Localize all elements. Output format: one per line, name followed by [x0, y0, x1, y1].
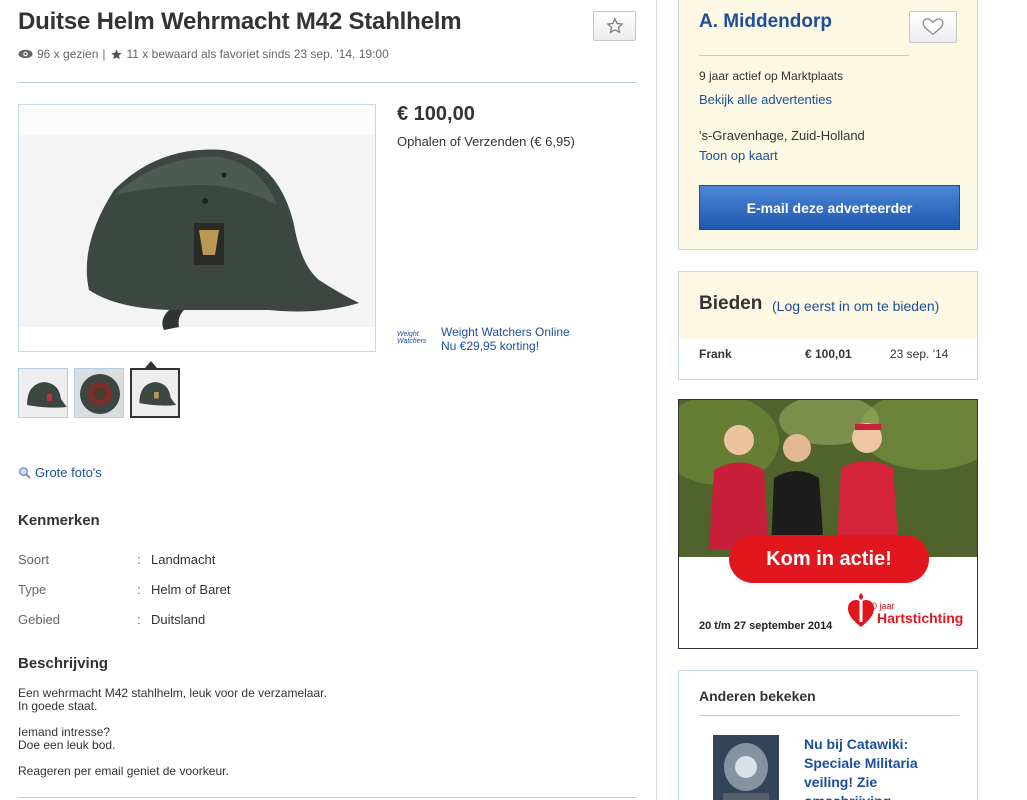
email-seller-button[interactable]: E-mail deze adverteerder [699, 185, 960, 230]
listing-title: Duitse Helm Wehrmacht M42 Stahlhelm [18, 8, 462, 35]
hartstichting-logo: 50 jaar Hartstichting [847, 593, 963, 629]
weight-watchers-ad[interactable]: Weight Watchers Weight Watchers Online N… [397, 325, 570, 353]
bid-date: 23 sep. '14 [890, 347, 949, 361]
banner-photo [679, 400, 977, 557]
divider [699, 55, 909, 56]
divider [699, 715, 959, 716]
seller-active-years: 9 jaar actief op Marktplaats [699, 69, 844, 83]
star-filled-icon [110, 48, 122, 59]
large-photos-link[interactable]: Grote foto's [18, 465, 102, 480]
ad-line-1[interactable]: Weight Watchers Online [441, 325, 570, 339]
bid-amount: € 100,01 [805, 347, 852, 361]
description-line: Doe een leuk bod. [18, 738, 116, 752]
hartstichting-banner[interactable]: Kom in actie! 20 t/m 27 september 2014 5… [678, 399, 978, 649]
magnifier-icon [19, 467, 31, 479]
seller-name[interactable]: A. Middendorp [699, 11, 832, 33]
seller-location: 's-Gravenhage, Zuid-Holland [699, 128, 865, 143]
seller-box: A. Middendorp 9 jaar actief op Marktplaa… [678, 0, 978, 250]
banner-years: 50 jaar [867, 601, 895, 611]
bidding-box: Bieden (Log eerst in om te bieden) Frank… [678, 271, 978, 380]
main-photo[interactable] [18, 104, 376, 352]
others-item-link[interactable]: Nu bij Catawiki: Speciale Militaria veil… [804, 735, 964, 800]
show-map-link[interactable]: Toon op kaart [699, 148, 778, 163]
star-icon [605, 17, 624, 34]
attr-value: Landmacht [151, 552, 216, 567]
others-viewed-title: Anderen bekeken [699, 688, 816, 704]
heart-torch-icon [848, 593, 874, 627]
attr-key: Type [18, 582, 47, 597]
banner-brand: Hartstichting [877, 610, 964, 626]
view-count: 96 x gezien [37, 47, 99, 61]
favorite-button[interactable] [593, 11, 636, 41]
attr-separator: : [137, 612, 141, 627]
large-photos-label[interactable]: Grote foto's [35, 465, 102, 480]
price: € 100,00 [397, 103, 475, 125]
attr-value: Duitsland [151, 612, 206, 627]
others-viewed-box: Anderen bekeken Nu bij Catawiki: Special… [678, 670, 978, 800]
thumbnail-3[interactable] [130, 368, 180, 418]
attr-separator: : [137, 582, 141, 597]
attr-value: Helm of Baret [151, 582, 231, 597]
heart-icon [922, 18, 944, 35]
attr-key: Gebied [18, 612, 60, 627]
shipping-info: Ophalen of Verzenden (€ 6,95) [397, 134, 575, 149]
thumbnail-1[interactable] [18, 368, 68, 418]
ad-line-2[interactable]: Nu €29,95 korting! [441, 339, 570, 353]
bidding-title: Bieden [699, 293, 763, 314]
description-heading: Beschrijving [18, 655, 109, 672]
others-item-image[interactable] [713, 735, 779, 800]
login-to-bid-link[interactable]: (Log eerst in om te bieden) [772, 298, 939, 314]
all-ads-link[interactable]: Bekijk alle advertenties [699, 92, 832, 107]
thumbnail-2[interactable] [74, 368, 124, 418]
eye-icon [18, 49, 33, 59]
banner-date: 20 t/m 27 september 2014 [699, 620, 833, 632]
favorite-count: 11 x bewaard als favoriet sinds 23 sep. … [126, 47, 389, 61]
characteristics-heading: Kenmerken [18, 512, 100, 529]
banner-cta[interactable]: Kom in actie! [729, 535, 929, 583]
listing-main: Duitse Helm Wehrmacht M42 Stahlhelm 96 x… [18, 0, 638, 800]
weight-watchers-logo: Weight Watchers [397, 331, 427, 345]
active-thumb-marker [145, 361, 157, 368]
attr-separator: : [137, 552, 141, 567]
thumbnail-strip [18, 368, 180, 418]
description-line: Reageren per email geniet de voorkeur. [18, 764, 229, 778]
divider [18, 82, 636, 83]
attr-key: Soort [18, 552, 50, 567]
bidder-name: Frank [699, 347, 732, 361]
follow-seller-button[interactable] [909, 11, 957, 43]
meta-separator: | [102, 47, 106, 61]
listing-meta: 96 x gezien | 11 x bewaard als favoriet … [18, 47, 389, 61]
column-divider [656, 0, 657, 800]
divider [18, 797, 636, 798]
description-line: In goede staat. [18, 699, 98, 713]
